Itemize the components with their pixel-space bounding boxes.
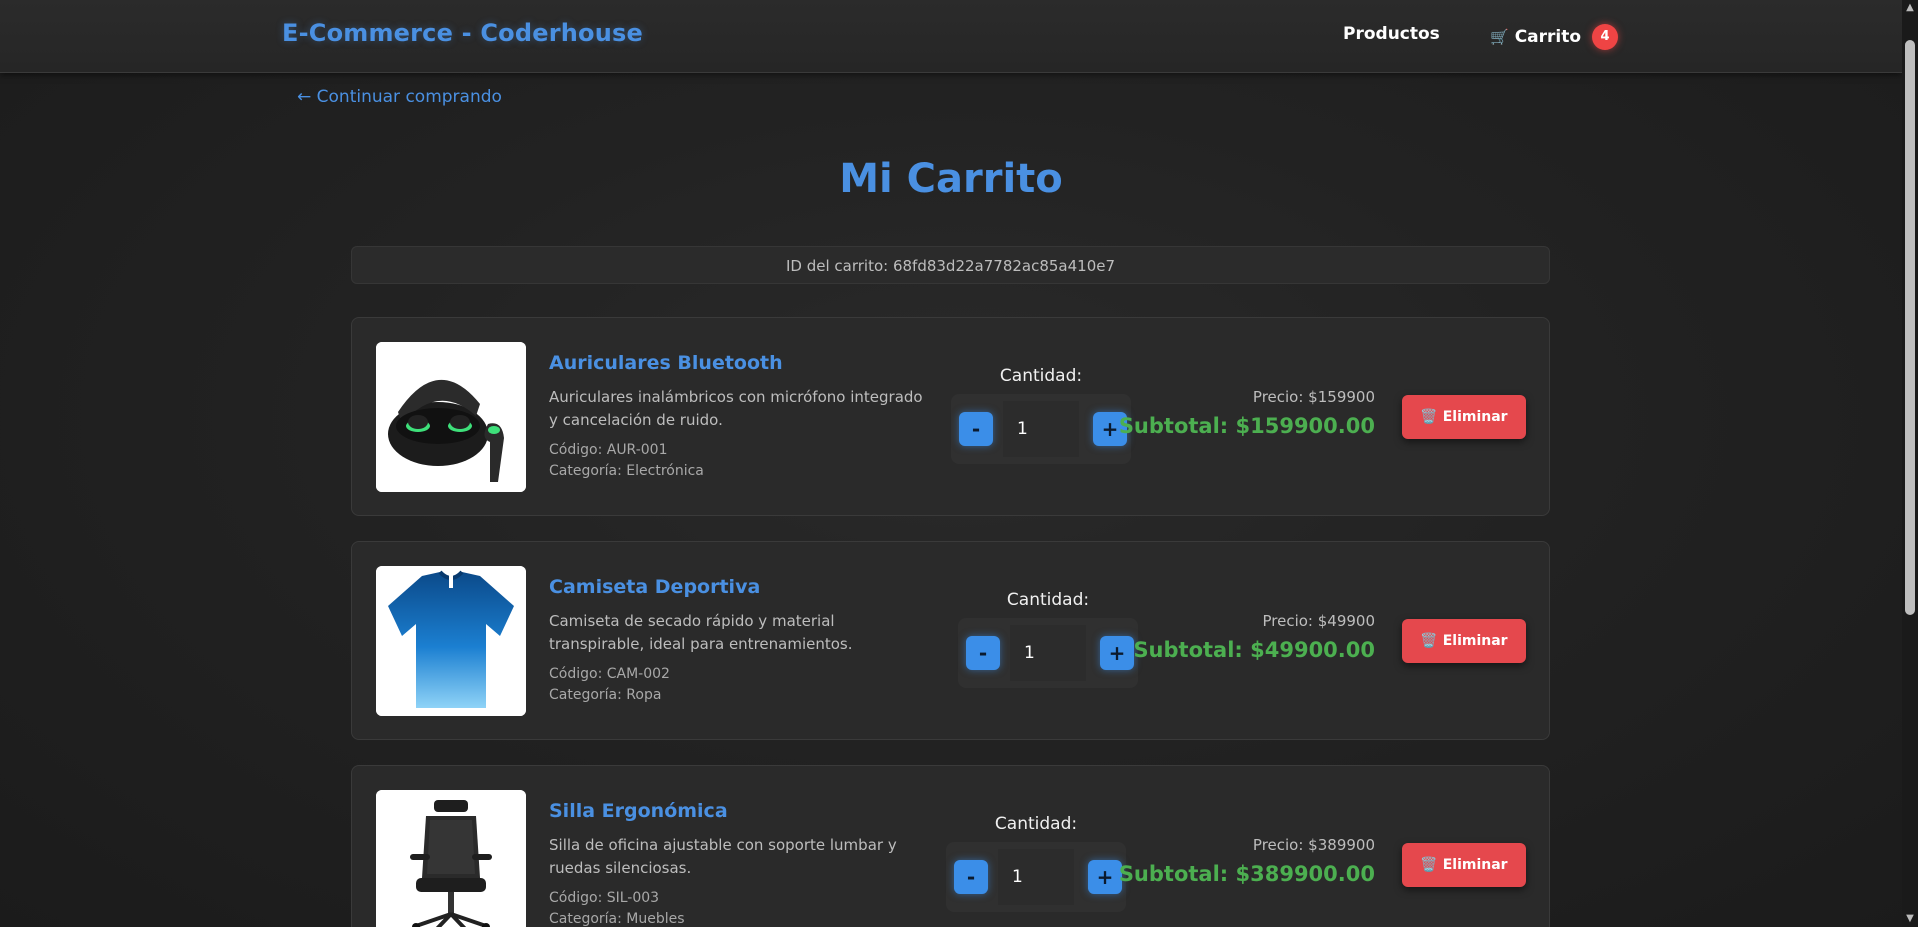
navbar: E-Commerce - Coderhouse Productos 🛒 Carr… bbox=[0, 0, 1902, 73]
product-image-chair bbox=[376, 790, 526, 927]
product-info: Camiseta Deportiva Camiseta de secado rá… bbox=[549, 576, 929, 706]
quantity-input[interactable]: 1 bbox=[1010, 625, 1086, 681]
product-category: Categoría: Electrónica bbox=[549, 463, 704, 479]
quantity-stepper: - 1 + bbox=[951, 394, 1131, 464]
subtotal: Subtotal: $159900.00 bbox=[1118, 414, 1375, 438]
quantity-label: Cantidad: bbox=[994, 814, 1078, 834]
decrease-quantity-button[interactable]: - bbox=[966, 636, 1000, 670]
increase-quantity-button[interactable]: + bbox=[1100, 636, 1134, 670]
unit-price: Precio: $159900 bbox=[1252, 388, 1375, 406]
price-block: Precio: $49900 Subtotal: $49900.00 bbox=[1133, 612, 1375, 662]
scroll-up-arrow-icon[interactable]: ▲ bbox=[1905, 3, 1915, 13]
product-code: Código: AUR-001 bbox=[549, 442, 668, 458]
product-info: Silla Ergonómica Silla de oficina ajusta… bbox=[549, 800, 929, 927]
brand-logo[interactable]: E-Commerce - Coderhouse bbox=[282, 19, 643, 47]
scrollbar-thumb[interactable] bbox=[1905, 40, 1915, 615]
price-block: Precio: $389900 Subtotal: $389900.00 bbox=[1119, 836, 1375, 886]
cart-item: Camiseta Deportiva Camiseta de secado rá… bbox=[351, 541, 1550, 740]
nav-cart-label: Carrito bbox=[1514, 27, 1582, 47]
product-description: Silla de oficina ajustable con soporte l… bbox=[549, 836, 897, 877]
product-image-tshirt bbox=[376, 566, 526, 716]
page-title: Mi Carrito bbox=[839, 156, 1063, 202]
decrease-quantity-button[interactable]: - bbox=[954, 860, 988, 894]
remove-item-button[interactable]: 🗑️ Eliminar bbox=[1402, 619, 1526, 663]
product-name[interactable]: Silla Ergonómica bbox=[549, 800, 929, 822]
product-name[interactable]: Auriculares Bluetooth bbox=[549, 352, 929, 374]
quantity-stepper: - 1 + bbox=[946, 842, 1126, 912]
unit-price: Precio: $389900 bbox=[1252, 836, 1375, 854]
cart-item: Silla Ergonómica Silla de oficina ajusta… bbox=[351, 765, 1550, 927]
price-block: Precio: $159900 Subtotal: $159900.00 bbox=[1119, 388, 1375, 438]
product-category: Categoría: Muebles bbox=[549, 911, 685, 927]
quantity-input[interactable]: 1 bbox=[998, 849, 1074, 905]
quantity-label: Cantidad: bbox=[999, 366, 1083, 386]
product-code: Código: SIL-003 bbox=[549, 890, 660, 906]
product-image-earbuds bbox=[376, 342, 526, 492]
unit-price: Precio: $49900 bbox=[1262, 612, 1375, 630]
quantity-control: Cantidad: - 1 + bbox=[946, 814, 1126, 912]
product-description: Camiseta de secado rápido y material tra… bbox=[549, 612, 853, 653]
product-name[interactable]: Camiseta Deportiva bbox=[549, 576, 929, 598]
decrease-quantity-button[interactable]: - bbox=[959, 412, 993, 446]
page: E-Commerce - Coderhouse Productos 🛒 Carr… bbox=[0, 0, 1918, 927]
scroll-down-arrow-icon[interactable]: ▼ bbox=[1905, 914, 1915, 924]
cart-count-badge: 4 bbox=[1592, 24, 1619, 50]
vertical-scrollbar[interactable]: ▲ ▼ bbox=[1902, 0, 1918, 927]
cart-id-banner: ID del carrito: 68fd83d22a7782ac85a410e7 bbox=[351, 246, 1550, 284]
cart-icon: 🛒 bbox=[1490, 28, 1509, 46]
cart-item: Auriculares Bluetooth Auriculares inalám… bbox=[351, 317, 1550, 516]
product-description: Auriculares inalámbricos con micrófono i… bbox=[549, 388, 923, 429]
nav-products-link[interactable]: Productos bbox=[1343, 24, 1440, 44]
increase-quantity-button[interactable]: + bbox=[1088, 860, 1122, 894]
nav-cart-link[interactable]: 🛒 Carrito 4 bbox=[1490, 24, 1619, 50]
continue-shopping-link[interactable]: ← Continuar comprando bbox=[297, 87, 502, 107]
product-info: Auriculares Bluetooth Auriculares inalám… bbox=[549, 352, 929, 482]
subtotal: Subtotal: $389900.00 bbox=[1118, 862, 1375, 886]
subtotal: Subtotal: $49900.00 bbox=[1133, 638, 1375, 662]
product-code: Código: CAM-002 bbox=[549, 666, 670, 682]
product-category: Categoría: Ropa bbox=[549, 687, 662, 703]
quantity-control: Cantidad: - 1 + bbox=[951, 366, 1131, 464]
remove-item-button[interactable]: 🗑️ Eliminar bbox=[1402, 395, 1526, 439]
quantity-stepper: - 1 + bbox=[958, 618, 1138, 688]
quantity-input[interactable]: 1 bbox=[1003, 401, 1079, 457]
quantity-label: Cantidad: bbox=[1006, 590, 1090, 610]
quantity-control: Cantidad: - 1 + bbox=[958, 590, 1138, 688]
remove-item-button[interactable]: 🗑️ Eliminar bbox=[1402, 843, 1526, 887]
